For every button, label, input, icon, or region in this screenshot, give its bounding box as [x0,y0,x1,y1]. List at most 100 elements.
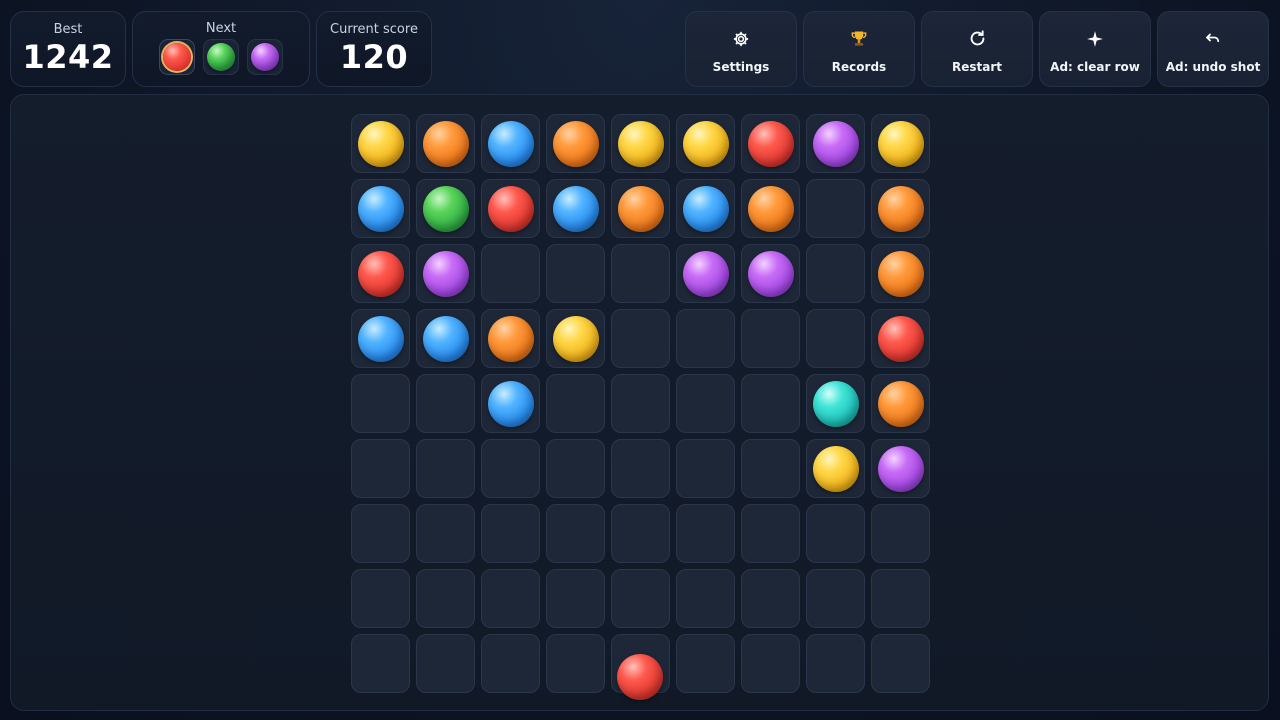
grid-cell[interactable] [806,114,865,173]
ball-orange [422,120,469,167]
undo-icon [1158,26,1268,50]
grid-cell[interactable] [416,114,475,173]
grid-cell[interactable] [611,439,670,498]
grid-cell[interactable] [546,114,605,173]
next-ball-slot [159,39,195,75]
ball-yellow [552,315,599,362]
grid-cell[interactable] [481,439,540,498]
ball-cyan [812,380,859,427]
grid-cell[interactable] [806,179,865,238]
settings-button[interactable]: Settings [685,11,797,87]
grid-cell[interactable] [481,569,540,628]
grid-cell[interactable] [351,244,410,303]
grid-cell[interactable] [676,179,735,238]
grid-cell[interactable] [546,309,605,368]
grid-cell[interactable] [611,114,670,173]
grid-cell[interactable] [806,634,865,693]
grid-cell[interactable] [481,634,540,693]
grid-cell[interactable] [481,374,540,433]
grid-cell[interactable] [481,114,540,173]
grid-cell[interactable] [676,244,735,303]
grid-cell[interactable] [416,374,475,433]
grid-cell[interactable] [806,244,865,303]
grid-cell[interactable] [871,634,930,693]
grid-cell[interactable] [806,374,865,433]
ball-purple [812,120,859,167]
grid-cell[interactable] [351,114,410,173]
grid-cell[interactable] [806,569,865,628]
gear-icon [686,26,796,50]
grid-cell[interactable] [351,504,410,563]
grid-cell[interactable] [546,374,605,433]
grid-cell[interactable] [806,439,865,498]
grid-cell[interactable] [871,374,930,433]
grid-cell[interactable] [416,309,475,368]
grid-cell[interactable] [741,244,800,303]
grid-cell[interactable] [481,179,540,238]
records-button[interactable]: Records [803,11,915,87]
grid-cell[interactable] [741,504,800,563]
grid-cell[interactable] [806,309,865,368]
grid-cell[interactable] [871,504,930,563]
grid-cell[interactable] [416,634,475,693]
grid-cell[interactable] [351,374,410,433]
grid-cell[interactable] [611,309,670,368]
grid-cell[interactable] [351,439,410,498]
grid-cell[interactable] [676,309,735,368]
grid-cell[interactable] [676,374,735,433]
grid-cell[interactable] [741,309,800,368]
grid-cell[interactable] [676,504,735,563]
grid-cell[interactable] [611,179,670,238]
grid-cell[interactable] [741,374,800,433]
grid-cell[interactable] [871,439,930,498]
ball-blue [422,315,469,362]
grid-cell[interactable] [481,309,540,368]
grid-cell[interactable] [416,569,475,628]
grid-cell[interactable] [481,244,540,303]
grid-cell[interactable] [871,309,930,368]
grid-cell[interactable] [546,244,605,303]
grid-cell[interactable] [416,244,475,303]
grid-cell[interactable] [676,439,735,498]
grid-cell[interactable] [351,569,410,628]
grid-cell[interactable] [416,504,475,563]
grid-cell[interactable] [741,569,800,628]
ball-red [357,250,404,297]
grid-cell[interactable] [611,374,670,433]
ball-grid [351,114,930,693]
grid-cell[interactable] [416,439,475,498]
restart-icon [922,26,1032,50]
grid-cell[interactable] [416,179,475,238]
next-ball-green [207,43,235,71]
grid-cell[interactable] [481,504,540,563]
grid-cell[interactable] [676,114,735,173]
undo-shot-button[interactable]: Ad: undo shot [1157,11,1269,87]
grid-cell[interactable] [741,179,800,238]
grid-cell[interactable] [676,634,735,693]
grid-cell[interactable] [741,114,800,173]
ball-yellow [812,445,859,492]
grid-cell[interactable] [546,179,605,238]
grid-cell[interactable] [611,569,670,628]
grid-cell[interactable] [741,634,800,693]
grid-cell[interactable] [546,634,605,693]
grid-cell[interactable] [871,114,930,173]
grid-cell[interactable] [611,504,670,563]
grid-cell[interactable] [806,504,865,563]
shooter-ball[interactable] [617,654,663,700]
grid-cell[interactable] [871,244,930,303]
grid-cell[interactable] [741,439,800,498]
grid-cell[interactable] [611,244,670,303]
grid-cell[interactable] [546,504,605,563]
grid-cell[interactable] [546,439,605,498]
grid-cell[interactable] [351,179,410,238]
grid-cell[interactable] [546,569,605,628]
restart-button[interactable]: Restart [921,11,1033,87]
best-score-label: Best [53,22,83,37]
clear-row-button[interactable]: Ad: clear row [1039,11,1151,87]
grid-cell[interactable] [871,179,930,238]
grid-cell[interactable] [871,569,930,628]
grid-cell[interactable] [676,569,735,628]
grid-cell[interactable] [351,309,410,368]
grid-cell[interactable] [351,634,410,693]
